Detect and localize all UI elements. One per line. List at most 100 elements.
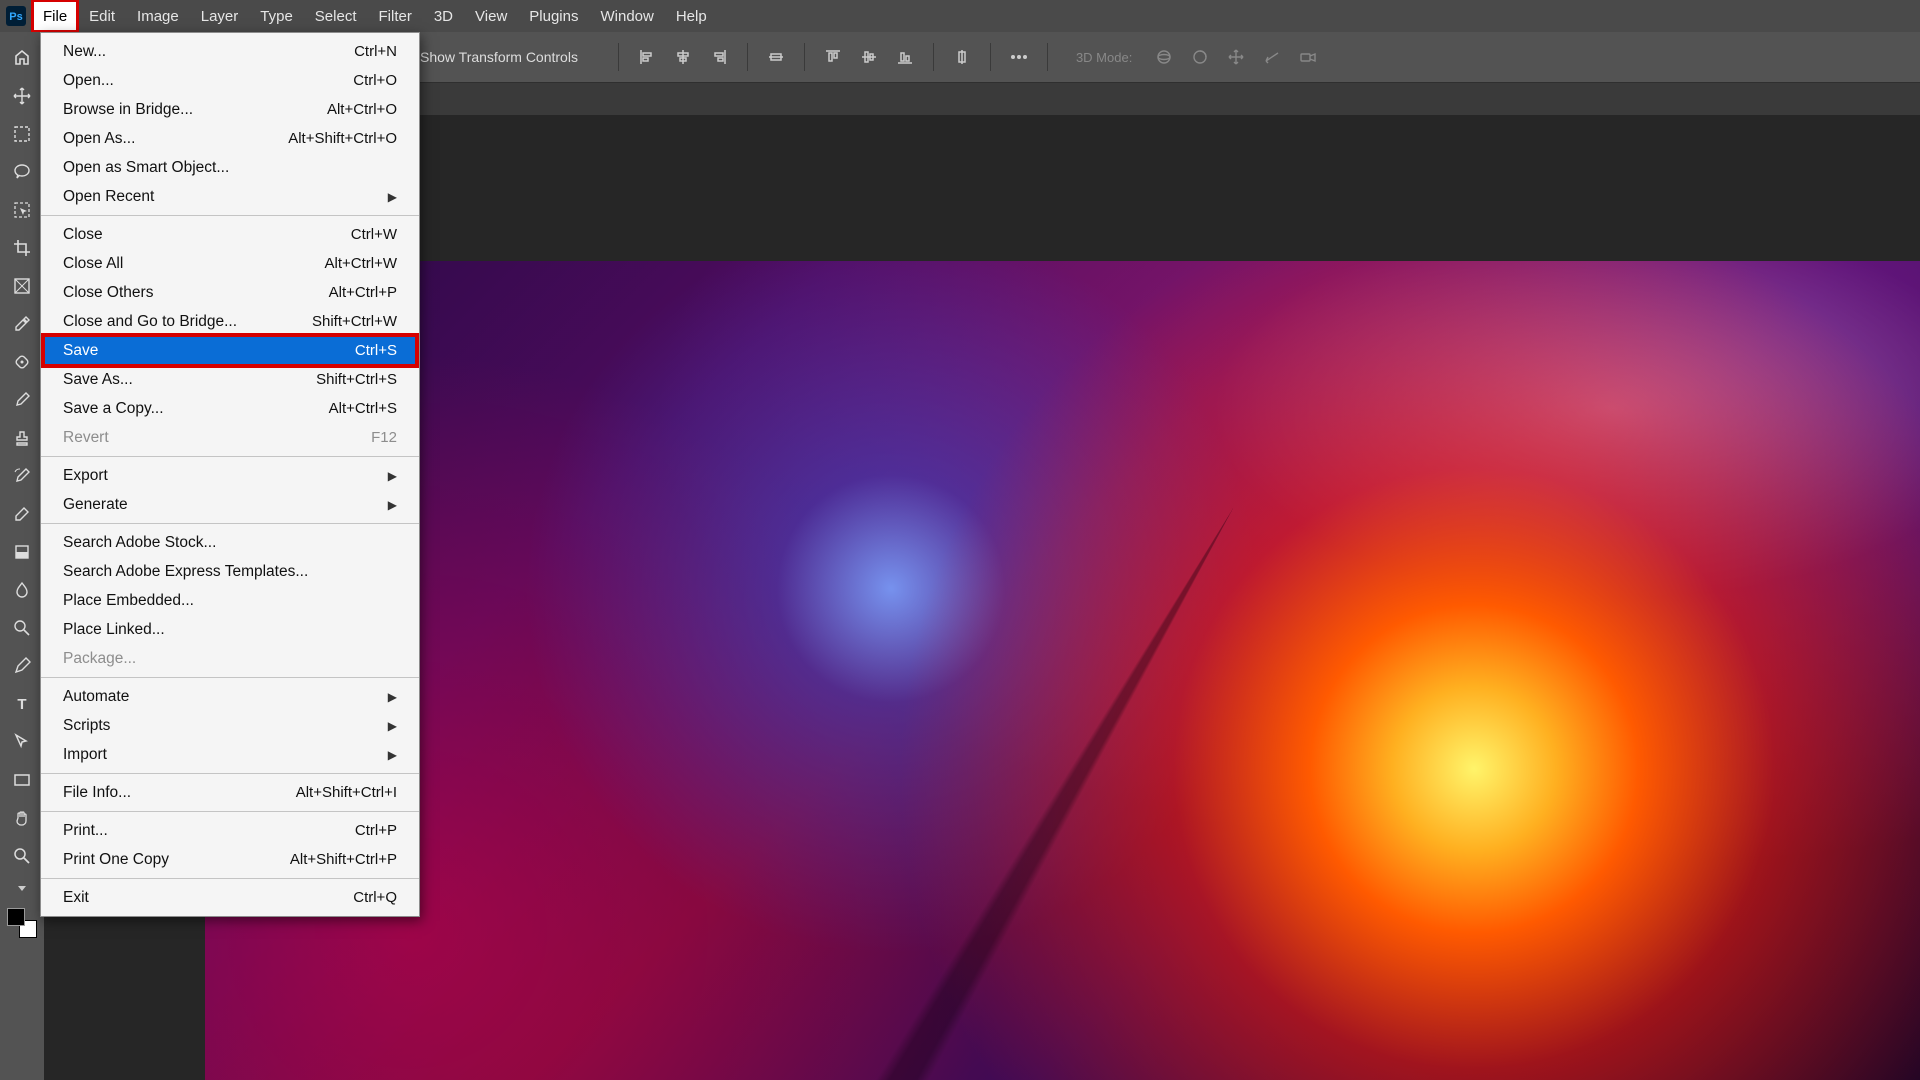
menu-item-shortcut: Shift+Ctrl+W bbox=[312, 313, 397, 330]
menu-item-label: Close and Go to Bridge... bbox=[63, 313, 237, 331]
menu-window[interactable]: Window bbox=[589, 0, 664, 32]
align-bottom-icon[interactable] bbox=[890, 42, 920, 72]
align-right-icon[interactable] bbox=[704, 42, 734, 72]
menu-item-file-info[interactable]: File Info...Alt+Shift+Ctrl+I bbox=[41, 778, 419, 807]
artwork-detail bbox=[205, 261, 1920, 1080]
menu-item-scripts[interactable]: Scripts▶ bbox=[41, 711, 419, 740]
more-options-icon[interactable] bbox=[1004, 42, 1034, 72]
menu-select[interactable]: Select bbox=[304, 0, 368, 32]
color-swatches[interactable] bbox=[7, 908, 37, 938]
tool-strip: T bbox=[0, 32, 44, 1080]
menu-plugins[interactable]: Plugins bbox=[518, 0, 589, 32]
menu-view[interactable]: View bbox=[464, 0, 518, 32]
move-icon[interactable] bbox=[4, 78, 40, 114]
menu-item-export[interactable]: Export▶ bbox=[41, 461, 419, 490]
marquee-icon[interactable] bbox=[4, 116, 40, 152]
menu-item-open[interactable]: Open...Ctrl+O bbox=[41, 66, 419, 95]
menu-item-shortcut: Ctrl+O bbox=[353, 72, 397, 89]
dodge-icon[interactable] bbox=[4, 610, 40, 646]
menu-image[interactable]: Image bbox=[126, 0, 190, 32]
menu-item-shortcut: Alt+Shift+Ctrl+I bbox=[296, 784, 397, 801]
svg-text:Ps: Ps bbox=[9, 11, 22, 23]
3d-slide-icon[interactable] bbox=[1257, 42, 1287, 72]
distribute-hstack-icon[interactable] bbox=[761, 42, 791, 72]
align-vcenter-icon[interactable] bbox=[854, 42, 884, 72]
menu-item-search-adobe-stock[interactable]: Search Adobe Stock... bbox=[41, 528, 419, 557]
menu-item-print-one-copy[interactable]: Print One CopyAlt+Shift+Ctrl+P bbox=[41, 845, 419, 874]
menu-item-shortcut: Alt+Ctrl+O bbox=[327, 101, 397, 118]
menu-item-close-all[interactable]: Close AllAlt+Ctrl+W bbox=[41, 249, 419, 278]
submenu-arrow-icon: ▶ bbox=[388, 719, 397, 733]
menu-item-import[interactable]: Import▶ bbox=[41, 740, 419, 769]
eyedropper-icon[interactable] bbox=[4, 306, 40, 342]
menu-edit[interactable]: Edit bbox=[78, 0, 126, 32]
healing-icon[interactable] bbox=[4, 344, 40, 380]
menu-item-open-recent[interactable]: Open Recent▶ bbox=[41, 182, 419, 211]
menu-item-close[interactable]: Close Ctrl+W bbox=[41, 220, 419, 249]
paint-bucket-icon[interactable] bbox=[4, 534, 40, 570]
align-hcenter-icon[interactable] bbox=[668, 42, 698, 72]
menu-item-shortcut: Ctrl+W bbox=[351, 226, 397, 243]
menu-item-save[interactable]: SaveCtrl+S bbox=[41, 336, 419, 365]
menu-item-revert: RevertF12 bbox=[41, 423, 419, 452]
menu-item-close-and-go-to-bridge[interactable]: Close and Go to Bridge... Shift+Ctrl+W bbox=[41, 307, 419, 336]
align-left-icon[interactable] bbox=[632, 42, 662, 72]
menu-item-save-as[interactable]: Save As...Shift+Ctrl+S bbox=[41, 365, 419, 394]
distribute-vstack-icon[interactable] bbox=[947, 42, 977, 72]
menu-item-open-as-smart-object[interactable]: Open as Smart Object... bbox=[41, 153, 419, 182]
toolstrip-expand-icon[interactable] bbox=[4, 878, 40, 898]
menu-item-new[interactable]: New...Ctrl+N bbox=[41, 37, 419, 66]
menu-item-label: Browse in Bridge... bbox=[63, 101, 193, 119]
object-select-icon[interactable] bbox=[4, 192, 40, 228]
menu-3d[interactable]: 3D bbox=[423, 0, 464, 32]
menu-type[interactable]: Type bbox=[249, 0, 304, 32]
menu-item-shortcut: Alt+Ctrl+W bbox=[324, 255, 397, 272]
menu-item-save-a-copy[interactable]: Save a Copy...Alt+Ctrl+S bbox=[41, 394, 419, 423]
menu-item-search-adobe-express-templates[interactable]: Search Adobe Express Templates... bbox=[41, 557, 419, 586]
menu-item-label: Close bbox=[63, 226, 103, 244]
zoom-icon[interactable] bbox=[4, 838, 40, 874]
submenu-arrow-icon: ▶ bbox=[388, 748, 397, 762]
hand-icon[interactable] bbox=[4, 800, 40, 836]
menu-filter[interactable]: Filter bbox=[368, 0, 423, 32]
menu-item-label: Exit bbox=[63, 889, 89, 907]
brush-icon[interactable] bbox=[4, 382, 40, 418]
menu-file[interactable]: File bbox=[32, 0, 78, 32]
3d-camera-icon[interactable] bbox=[1293, 42, 1323, 72]
menu-layer[interactable]: Layer bbox=[190, 0, 250, 32]
menu-item-shortcut: Alt+Shift+Ctrl+O bbox=[288, 130, 397, 147]
3d-pan-icon[interactable] bbox=[1221, 42, 1251, 72]
type-icon[interactable]: T bbox=[4, 686, 40, 722]
lasso-icon[interactable] bbox=[4, 154, 40, 190]
menu-help[interactable]: Help bbox=[665, 0, 718, 32]
canvas-image[interactable] bbox=[205, 261, 1920, 1080]
menu-item-print[interactable]: Print...Ctrl+P bbox=[41, 816, 419, 845]
3d-orbit-icon[interactable] bbox=[1149, 42, 1179, 72]
crop-icon[interactable] bbox=[4, 230, 40, 266]
menu-item-generate[interactable]: Generate▶ bbox=[41, 490, 419, 519]
menu-item-browse-in-bridge[interactable]: Browse in Bridge... Alt+Ctrl+O bbox=[41, 95, 419, 124]
submenu-arrow-icon: ▶ bbox=[388, 498, 397, 512]
menu-item-shortcut: Ctrl+P bbox=[355, 822, 397, 839]
menu-item-place-embedded[interactable]: Place Embedded... bbox=[41, 586, 419, 615]
history-brush-icon[interactable] bbox=[4, 458, 40, 494]
menu-item-place-linked[interactable]: Place Linked... bbox=[41, 615, 419, 644]
foreground-color-swatch[interactable] bbox=[7, 908, 25, 926]
blur-icon[interactable] bbox=[4, 572, 40, 608]
3d-roll-icon[interactable] bbox=[1185, 42, 1215, 72]
show-transform-controls-label[interactable]: Show Transform Controls bbox=[420, 49, 578, 65]
rectangle-icon[interactable] bbox=[4, 762, 40, 798]
photoshop-app-icon: Ps bbox=[4, 0, 28, 32]
home-icon[interactable] bbox=[4, 40, 40, 76]
menu-item-label: Open As... bbox=[63, 130, 135, 148]
eraser-icon[interactable] bbox=[4, 496, 40, 532]
stamp-icon[interactable] bbox=[4, 420, 40, 456]
frame-icon[interactable] bbox=[4, 268, 40, 304]
align-top-icon[interactable] bbox=[818, 42, 848, 72]
menu-item-open-as[interactable]: Open As... Alt+Shift+Ctrl+O bbox=[41, 124, 419, 153]
path-select-icon[interactable] bbox=[4, 724, 40, 760]
menu-item-automate[interactable]: Automate▶ bbox=[41, 682, 419, 711]
menu-item-close-others[interactable]: Close OthersAlt+Ctrl+P bbox=[41, 278, 419, 307]
menu-item-exit[interactable]: ExitCtrl+Q bbox=[41, 883, 419, 912]
pen-icon[interactable] bbox=[4, 648, 40, 684]
